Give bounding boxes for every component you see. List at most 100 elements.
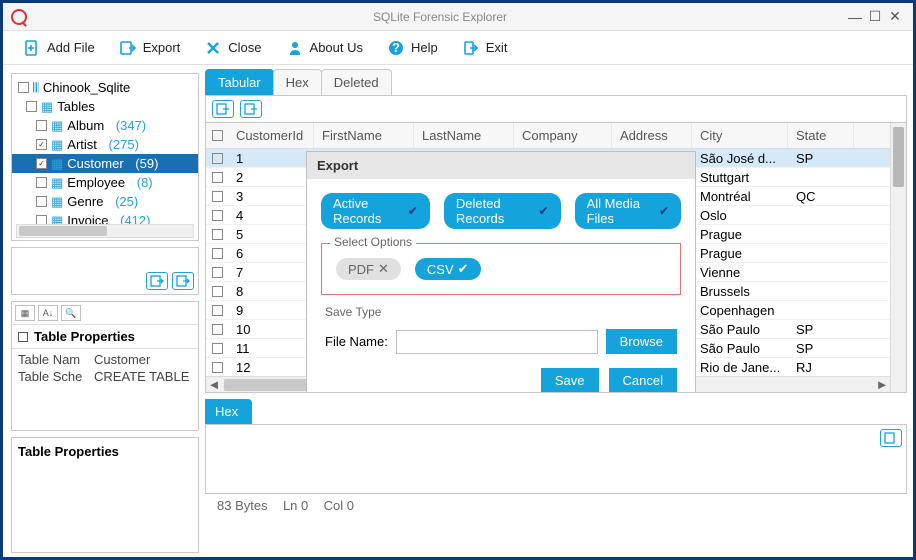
active-records-toggle[interactable]: Active Records✔ bbox=[321, 193, 430, 229]
column-header-address[interactable]: Address bbox=[612, 123, 692, 148]
exit-label: Exit bbox=[486, 40, 508, 55]
props-title: Table Properties bbox=[34, 329, 135, 344]
scroll-right-icon[interactable]: ► bbox=[874, 377, 890, 392]
tree-db-row[interactable]: 𝄃𝄃Chinook_Sqlite bbox=[12, 78, 198, 97]
row-checkbox[interactable] bbox=[212, 229, 223, 240]
all-media-toggle[interactable]: All Media Files✔ bbox=[575, 193, 681, 229]
row-checkbox[interactable] bbox=[212, 267, 223, 278]
tree-export-icon[interactable] bbox=[146, 272, 168, 290]
column-header-customerid[interactable]: CustomerId bbox=[228, 123, 314, 148]
tree-toolbar-panel bbox=[11, 247, 199, 295]
export-dialog-title: Export bbox=[307, 152, 695, 179]
table-properties-panel: ▦ A↓ 🔍 Table Properties Table NamCustome… bbox=[11, 301, 199, 431]
checkbox[interactable] bbox=[36, 177, 47, 188]
row-checkbox[interactable] bbox=[212, 248, 223, 259]
tree-item-genre[interactable]: ▦Genre (25) bbox=[12, 192, 198, 211]
table-icon: ▦ bbox=[51, 156, 63, 172]
sort-category-icon[interactable]: ▦ bbox=[15, 305, 35, 321]
pdf-option[interactable]: PDF✕ bbox=[336, 258, 401, 280]
column-header-city[interactable]: City bbox=[692, 123, 788, 148]
row-checkbox[interactable] bbox=[212, 324, 223, 335]
save-button[interactable]: Save bbox=[541, 368, 599, 393]
tree-item-artist[interactable]: ✓▦Artist (275) bbox=[12, 135, 198, 154]
checkbox[interactable] bbox=[18, 82, 29, 93]
check-icon: ✔ bbox=[458, 261, 469, 277]
tree-item-customer[interactable]: ✓▦Customer (59) bbox=[12, 154, 198, 173]
data-grid: CustomerIdFirstNameLastNameCompanyAddres… bbox=[205, 123, 907, 393]
tree-item-album[interactable]: ▦Album (347) bbox=[12, 116, 198, 135]
grid-export-icon[interactable] bbox=[212, 100, 234, 118]
csv-option[interactable]: CSV✔ bbox=[415, 258, 481, 280]
tab-tabular[interactable]: Tabular bbox=[205, 69, 274, 95]
exit-button[interactable]: Exit bbox=[452, 35, 518, 61]
add-file-icon bbox=[23, 39, 41, 57]
row-checkbox[interactable] bbox=[212, 362, 223, 373]
hex-tab[interactable]: Hex bbox=[205, 399, 252, 424]
titlebar: SQLite Forensic Explorer — ☐ ✕ bbox=[3, 3, 913, 31]
select-all-checkbox[interactable] bbox=[212, 130, 223, 141]
table-icon: ▦ bbox=[41, 99, 53, 115]
column-header-company[interactable]: Company bbox=[514, 123, 612, 148]
table-icon: ▦ bbox=[51, 194, 63, 210]
export-button[interactable]: Export bbox=[109, 35, 191, 61]
close-window-button[interactable]: ✕ bbox=[885, 8, 905, 25]
checkbox[interactable]: ✓ bbox=[36, 158, 47, 169]
checkbox[interactable]: ✓ bbox=[36, 139, 47, 150]
tree-horizontal-scrollbar[interactable] bbox=[16, 224, 194, 238]
column-header-firstname[interactable]: FirstName bbox=[314, 123, 414, 148]
tab-deleted[interactable]: Deleted bbox=[321, 69, 392, 95]
hex-section: Hex bbox=[205, 399, 907, 494]
about-button[interactable]: About Us bbox=[276, 35, 373, 61]
about-label: About Us bbox=[310, 40, 363, 55]
file-name-input[interactable] bbox=[396, 330, 598, 354]
checkbox[interactable] bbox=[26, 101, 37, 112]
grid-vertical-scrollbar[interactable] bbox=[890, 123, 906, 392]
minimize-button[interactable]: — bbox=[845, 9, 865, 25]
grid-export-icon-2[interactable] bbox=[240, 100, 262, 118]
tree-item-employee[interactable]: ▦Employee (8) bbox=[12, 173, 198, 192]
checkbox[interactable] bbox=[36, 120, 47, 131]
tree-export-icon-2[interactable] bbox=[172, 272, 194, 290]
svg-text:?: ? bbox=[392, 40, 400, 55]
property-row: Table ScheCREATE TABLE [ bbox=[18, 368, 192, 385]
search-prop-icon[interactable]: 🔍 bbox=[61, 305, 81, 321]
save-type-label: Save Type bbox=[321, 305, 681, 323]
checkbox[interactable] bbox=[36, 196, 47, 207]
content-area: 𝄃𝄃Chinook_Sqlite▦Tables▦Album (347)✓▦Art… bbox=[3, 65, 913, 557]
close-label: Close bbox=[228, 40, 261, 55]
scroll-left-icon[interactable]: ◄ bbox=[206, 377, 222, 392]
row-checkbox[interactable] bbox=[212, 210, 223, 221]
row-checkbox[interactable] bbox=[212, 286, 223, 297]
props-header[interactable]: Table Properties bbox=[12, 325, 198, 349]
deleted-records-toggle[interactable]: Deleted Records✔ bbox=[444, 193, 561, 229]
row-checkbox[interactable] bbox=[212, 343, 223, 354]
table-icon: ▦ bbox=[51, 175, 63, 191]
row-checkbox[interactable] bbox=[212, 153, 223, 164]
help-button[interactable]: ? Help bbox=[377, 35, 448, 61]
row-checkbox[interactable] bbox=[212, 305, 223, 316]
row-checkbox[interactable] bbox=[212, 172, 223, 183]
export-label: Export bbox=[143, 40, 181, 55]
left-sidebar: 𝄃𝄃Chinook_Sqlite▦Tables▦Album (347)✓▦Art… bbox=[3, 65, 203, 557]
hex-body bbox=[205, 424, 907, 494]
property-row: Table NamCustomer bbox=[18, 351, 192, 368]
maximize-button[interactable]: ☐ bbox=[865, 8, 885, 25]
tab-hex[interactable]: Hex bbox=[273, 69, 322, 95]
close-icon bbox=[204, 39, 222, 57]
help-icon: ? bbox=[387, 39, 405, 57]
app-window: SQLite Forensic Explorer — ☐ ✕ Add File … bbox=[0, 0, 916, 560]
app-logo-icon bbox=[11, 9, 27, 25]
add-file-button[interactable]: Add File bbox=[13, 35, 105, 61]
cancel-button[interactable]: Cancel bbox=[609, 368, 677, 393]
column-header-lastname[interactable]: LastName bbox=[414, 123, 514, 148]
column-header-state[interactable]: State bbox=[788, 123, 854, 148]
check-icon: ✔ bbox=[539, 204, 549, 218]
tree-tables-row[interactable]: ▦Tables bbox=[12, 97, 198, 116]
hex-expand-icon[interactable] bbox=[880, 429, 902, 447]
close-button[interactable]: Close bbox=[194, 35, 271, 61]
export-icon bbox=[119, 39, 137, 57]
browse-button[interactable]: Browse bbox=[606, 329, 677, 354]
row-checkbox[interactable] bbox=[212, 191, 223, 202]
sort-az-icon[interactable]: A↓ bbox=[38, 305, 58, 321]
db-tree-panel: 𝄃𝄃Chinook_Sqlite▦Tables▦Album (347)✓▦Art… bbox=[11, 73, 199, 241]
